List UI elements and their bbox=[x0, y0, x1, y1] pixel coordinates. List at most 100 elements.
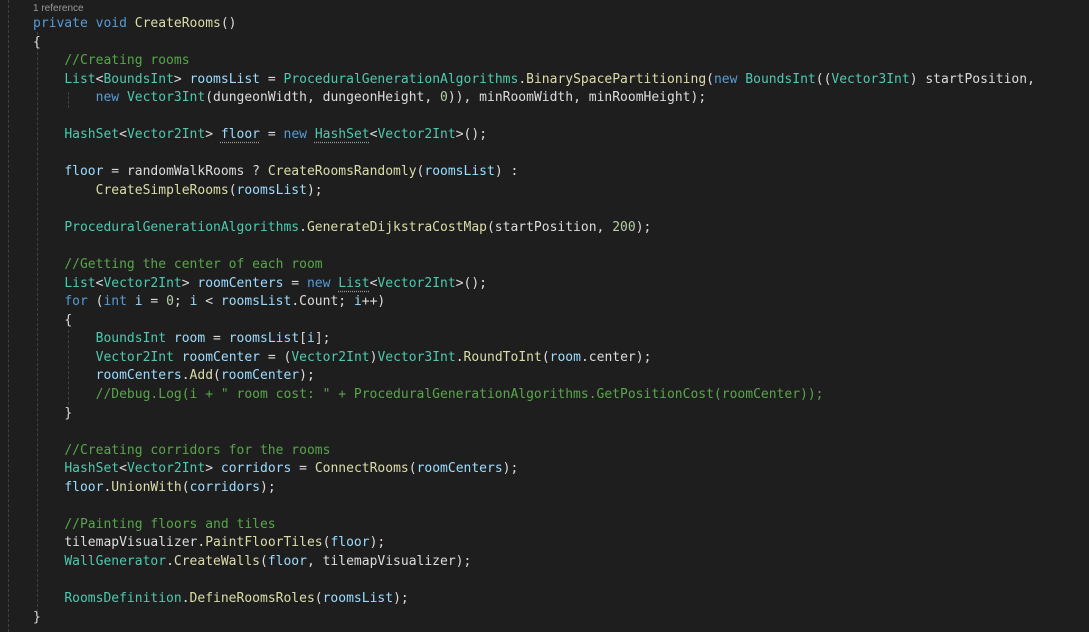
code-line[interactable]: //Painting floors and tiles bbox=[33, 516, 275, 534]
code-token: CreateWalls bbox=[173, 553, 260, 569]
code-token: } bbox=[64, 405, 73, 421]
code-token: CreateRoomsRandomly bbox=[267, 164, 417, 180]
code-line[interactable]: //Getting the center of each room bbox=[33, 256, 322, 274]
code-token: Vector2Int bbox=[377, 127, 456, 143]
code-token: < bbox=[119, 461, 127, 477]
code-token: () bbox=[220, 16, 237, 31]
code-token: ); bbox=[299, 368, 315, 384]
code-token: //Debug.Log(i + " room cost: " + Procedu… bbox=[95, 387, 824, 402]
code-token: .Count; bbox=[291, 294, 354, 310]
code-token: new bbox=[283, 127, 307, 143]
code-token: roomsList bbox=[189, 71, 261, 87]
code-token: = bbox=[260, 127, 284, 143]
code-token: (dungeonWidth, dungeonHeight, bbox=[205, 90, 441, 106]
code-line[interactable]: HashSet<Vector2Int> corridors = ConnectR… bbox=[33, 460, 518, 478]
code-token: , tilemapVisualizer); bbox=[306, 553, 472, 569]
code-token: 0 bbox=[440, 90, 448, 106]
code-token: { bbox=[33, 34, 41, 50]
code-token: ( bbox=[541, 349, 550, 365]
code-line[interactable]: HashSet<Vector2Int> floor = new HashSet<… bbox=[33, 126, 487, 144]
code-line[interactable]: for (int i = 0; i < roomsList.Count; i++… bbox=[33, 293, 385, 311]
code-token: ( bbox=[181, 479, 190, 495]
code-token: ]; bbox=[314, 331, 331, 347]
code-line[interactable]: RoomsDefinition.DefineRoomsRoles(roomsLi… bbox=[33, 590, 408, 608]
code-token: floor bbox=[267, 553, 307, 569]
code-token: < bbox=[119, 127, 127, 143]
code-token: = bbox=[260, 71, 284, 87]
code-token: >(); bbox=[455, 127, 488, 143]
code-token: HashSet bbox=[64, 127, 120, 143]
code-line[interactable]: //Creating rooms bbox=[33, 52, 190, 70]
code-line[interactable]: BoundsInt room = roomsList[i]; bbox=[33, 330, 331, 348]
code-line[interactable]: new Vector3Int(dungeonWidth, dungeonHeig… bbox=[33, 89, 707, 107]
code-token: new bbox=[713, 71, 738, 87]
code-token: > bbox=[205, 127, 221, 143]
code-token: PaintFloorTiles bbox=[205, 535, 323, 551]
code-token: //Creating rooms bbox=[64, 53, 190, 69]
code-token: = bbox=[283, 275, 307, 291]
code-token: . bbox=[299, 220, 307, 236]
code-token: )), minRoomWidth, minRoomHeight); bbox=[447, 90, 707, 106]
code-token: CreateSimpleRooms bbox=[95, 182, 229, 198]
code-token: ) : bbox=[494, 164, 519, 180]
code-line[interactable]: } bbox=[33, 405, 72, 423]
code-token: (startPosition, bbox=[486, 220, 613, 236]
code-token: roomCenters bbox=[416, 461, 503, 477]
code-token: BoundsInt bbox=[95, 331, 167, 347]
code-token: ( bbox=[213, 368, 221, 384]
code-token: corridors bbox=[220, 461, 292, 477]
code-token: > bbox=[181, 275, 198, 291]
code-line[interactable]: } bbox=[33, 609, 41, 627]
code-line[interactable]: List<BoundsInt> roomsList = ProceduralGe… bbox=[33, 71, 1035, 89]
code-token: Vector2Int bbox=[377, 275, 456, 291]
code-token: new bbox=[95, 90, 120, 106]
codelens-references[interactable]: 1 reference bbox=[33, 3, 84, 14]
code-line[interactable]: List<Vector2Int> roomCenters = new List<… bbox=[33, 275, 487, 293]
code-token: floor bbox=[220, 127, 261, 143]
code-token: i bbox=[134, 294, 143, 310]
code-token: List bbox=[64, 71, 96, 87]
code-token: . bbox=[181, 591, 190, 607]
code-token: private bbox=[33, 16, 88, 31]
code-line[interactable]: { bbox=[33, 312, 72, 330]
code-token: > bbox=[205, 461, 221, 477]
code-line[interactable]: CreateSimpleRooms(roomsList); bbox=[33, 182, 323, 200]
code-token: ( bbox=[314, 591, 323, 607]
code-token: ); bbox=[369, 535, 386, 551]
code-line[interactable]: private void CreateRooms() bbox=[33, 15, 237, 33]
code-token: ; bbox=[173, 294, 190, 310]
code-token: WallGenerator bbox=[64, 553, 167, 569]
indent-guide-outer bbox=[8, 0, 9, 632]
code-line[interactable]: ProceduralGenerationAlgorithms.GenerateD… bbox=[33, 219, 651, 237]
code-line[interactable]: floor = randomWalkRooms ? CreateRoomsRan… bbox=[33, 163, 518, 181]
code-token: roomCenters bbox=[197, 275, 284, 291]
code-token: ); bbox=[635, 220, 652, 236]
code-token: BoundsInt bbox=[745, 71, 816, 87]
code-token: ++) bbox=[361, 294, 386, 310]
code-editor[interactable]: 1 reference private void CreateRooms(){ … bbox=[0, 0, 1089, 632]
code-token: Vector2Int bbox=[103, 275, 182, 291]
code-token: void bbox=[95, 16, 127, 31]
code-line[interactable]: tilemapVisualizer.PaintFloorTiles(floor)… bbox=[33, 534, 385, 552]
code-line[interactable]: //Debug.Log(i + " room cost: " + Procedu… bbox=[33, 386, 824, 404]
code-line[interactable]: floor.UnionWith(corridors); bbox=[33, 479, 275, 497]
code-token: floor bbox=[64, 479, 104, 495]
code-line[interactable]: { bbox=[33, 34, 41, 52]
code-token: ) startPosition, bbox=[909, 71, 1035, 87]
code-line[interactable]: WallGenerator.CreateWalls(floor, tilemap… bbox=[33, 553, 471, 571]
code-token: roomsList bbox=[236, 182, 307, 198]
code-line[interactable]: //Creating corridors for the rooms bbox=[33, 442, 330, 460]
code-token: } bbox=[33, 609, 41, 625]
code-token: ); bbox=[306, 182, 323, 198]
code-token: . bbox=[518, 71, 527, 87]
code-token: < bbox=[197, 294, 221, 310]
code-token: BinarySpacePartitioning bbox=[526, 71, 707, 87]
code-line[interactable]: roomCenters.Add(roomCenter); bbox=[33, 367, 315, 385]
code-token: Vector2Int bbox=[291, 349, 370, 365]
code-token: 200 bbox=[612, 220, 636, 236]
code-token: roomCenter bbox=[220, 368, 300, 384]
code-line[interactable]: Vector2Int roomCenter = (Vector2Int)Vect… bbox=[33, 349, 652, 367]
